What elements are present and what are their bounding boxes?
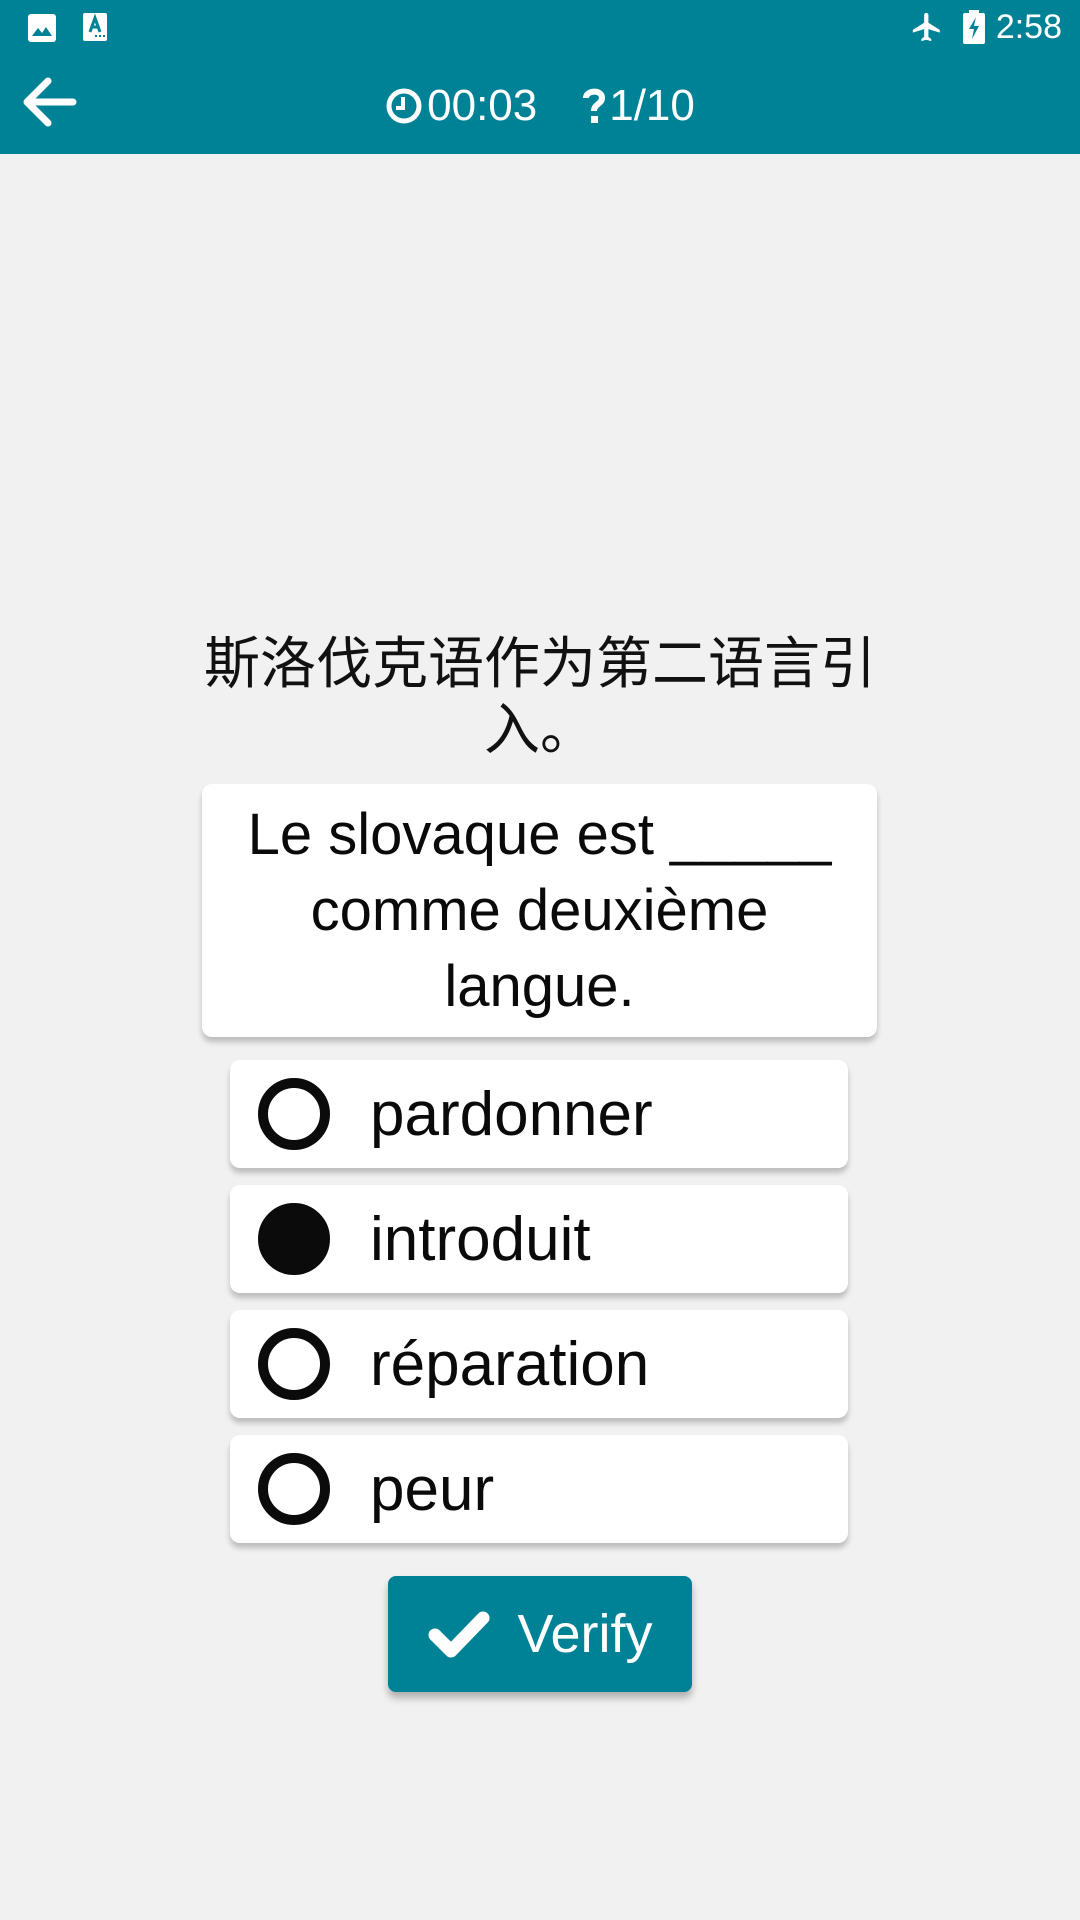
target-sentence: Le slovaque est _____ comme deuxième lan… [247, 801, 832, 1019]
image-notification-icon [27, 13, 57, 48]
radio-unselected-icon[interactable] [258, 1328, 330, 1400]
radio-unselected-icon[interactable] [258, 1078, 330, 1150]
option-introduit[interactable]: introduit [230, 1185, 848, 1293]
option-peur[interactable]: peur [230, 1435, 848, 1543]
question-progress: 1/10 [583, 81, 695, 131]
option-label: réparation [370, 1329, 650, 1399]
status-time: 2:58 [995, 8, 1062, 46]
progress-value: 1/10 [609, 81, 695, 130]
battery-charging-icon [962, 10, 986, 49]
source-sentence: 斯洛伐克语作为第二语言引入。 [204, 632, 876, 763]
clock-icon [386, 88, 422, 124]
fill-in-blank-card: Le slovaque est _____ comme deuxième lan… [202, 784, 877, 1037]
app-bar: 2:58 00:03 1/10 [0, 0, 1080, 154]
question-mark-icon [583, 88, 606, 123]
option-label: pardonner [370, 1079, 653, 1149]
text-a-notification-icon [83, 13, 107, 46]
verify-button[interactable]: Verify [388, 1576, 692, 1692]
verify-label: Verify [517, 1604, 653, 1664]
option-label: peur [370, 1454, 495, 1524]
timer-value: 00:03 [427, 81, 538, 130]
quiz-status: 00:03 1/10 [0, 76, 1080, 136]
radio-unselected-icon[interactable] [258, 1453, 330, 1525]
airplane-mode-icon [910, 10, 944, 49]
option-reparation[interactable]: réparation [230, 1310, 848, 1418]
timer: 00:03 [385, 81, 537, 131]
radio-selected-icon[interactable] [258, 1203, 330, 1275]
status-bar: 2:58 [0, 0, 1080, 55]
option-label: introduit [370, 1204, 591, 1274]
option-pardonner[interactable]: pardonner [230, 1060, 848, 1168]
checkmark-icon [428, 1611, 490, 1658]
